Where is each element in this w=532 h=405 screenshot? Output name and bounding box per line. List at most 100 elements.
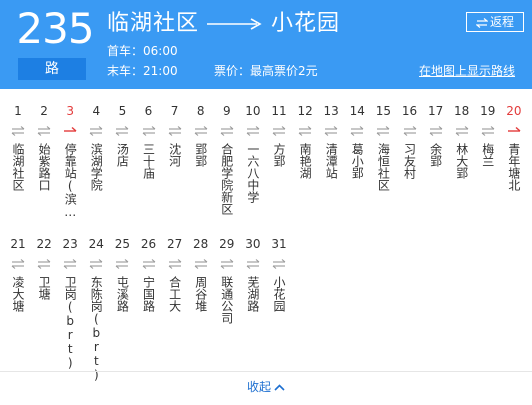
stop-number: 6: [144, 104, 153, 118]
stop-name: 凌大塘: [11, 276, 25, 312]
two-way-arrow-icon: [116, 126, 129, 136]
stop-number: 22: [36, 237, 52, 251]
stop-name: 临湖社区: [11, 143, 25, 191]
fare-info: 票价：最高票价2元: [214, 64, 318, 78]
chevron-up-icon: [274, 384, 285, 391]
stop-name: 屯溪路: [115, 276, 130, 312]
two-way-arrow-icon: [89, 126, 103, 136]
reverse-route-label: 返程: [489, 15, 514, 29]
stop-number: 21: [10, 237, 26, 251]
route-destination: 小花园: [271, 11, 341, 36]
stop-name: 联通公司: [219, 276, 234, 324]
stop-name: 三十庙: [141, 143, 156, 179]
collapse-button[interactable]: 收起: [0, 378, 532, 396]
two-way-arrow-icon: [246, 126, 260, 136]
stop-number: 14: [349, 104, 365, 118]
collapse-label: 收起: [246, 380, 271, 394]
stop-name: 停靠站(滨…: [63, 143, 78, 219]
swap-icon: [475, 17, 489, 28]
two-way-arrow-icon: [403, 126, 416, 136]
stop-number: 3: [66, 104, 74, 118]
two-way-arrow-icon: [246, 259, 260, 269]
stop-number: 18: [454, 104, 470, 118]
stop-number: 27: [166, 237, 183, 251]
stop-name: 周谷堆: [193, 276, 208, 312]
stop-name: 一六八中学: [245, 143, 260, 203]
stop-name: 卫塘: [37, 276, 52, 300]
stop-number: 16: [401, 104, 418, 118]
two-way-arrow-icon: [481, 126, 495, 136]
stop-number: 28: [193, 237, 209, 251]
arrow-right-icon: [207, 18, 262, 30]
two-way-arrow-icon: [220, 126, 234, 136]
stop-number: 8: [196, 104, 205, 118]
stop-number: 4: [92, 104, 101, 118]
first-bus-time: 首车：06:00: [107, 44, 178, 58]
stop-name: 郢郢: [193, 143, 208, 167]
stop-number: 31: [271, 237, 287, 251]
stop-name: 南艳湖: [298, 143, 313, 179]
stop-number: 26: [140, 237, 157, 251]
stop-name: 东陈岗(brt): [89, 276, 104, 382]
two-way-arrow-icon: [194, 126, 208, 136]
route-number: 235: [16, 4, 94, 53]
two-way-arrow-icon: [455, 126, 469, 136]
stop-name: 青年塘北: [506, 143, 521, 191]
stop-name: 小花园: [272, 276, 286, 312]
two-way-arrow-icon: [194, 259, 208, 269]
two-way-arrow-icon: [350, 126, 364, 136]
two-way-arrow-icon: [168, 126, 181, 136]
stop-name: 芜湖路: [245, 276, 260, 312]
two-way-arrow-icon: [63, 259, 77, 269]
two-way-arrow-icon: [377, 126, 390, 136]
stop-number: 24: [88, 237, 104, 251]
stop-number: 12: [297, 104, 313, 118]
stop-name: 海恒社区: [376, 143, 391, 191]
stop-number: 25: [114, 237, 131, 251]
stop-number: 10: [245, 104, 261, 118]
stop-number: 23: [62, 237, 78, 251]
route-title: 临湖社区 小花园: [107, 10, 340, 38]
stop-number: 20: [506, 104, 522, 118]
stop-name: 汤店: [115, 143, 130, 167]
stop-name: 卫岗(brt): [63, 276, 78, 370]
route-header: 235 路 临湖社区 小花园 首车：06:00 末车：21:00 票价：最高票价2…: [0, 0, 532, 89]
stop-name: 葛小郢: [350, 143, 365, 179]
stop-name: 习友村: [402, 143, 417, 179]
stop-number: 17: [427, 104, 444, 118]
two-way-arrow-icon: [37, 259, 51, 269]
last-bus-time: 末车：21:00: [107, 64, 178, 78]
stop-name: 梅兰: [480, 143, 495, 167]
show-on-map-link[interactable]: 在地图上显示路线: [419, 63, 515, 79]
stop-number: 5: [118, 104, 127, 118]
two-way-arrow-icon: [298, 126, 312, 136]
stop-name: 余郢: [428, 143, 443, 167]
stop-number: 29: [219, 237, 235, 251]
stop-name: 合工大: [167, 276, 182, 312]
stop-number: 15: [375, 104, 392, 118]
stop-number: 19: [480, 104, 496, 118]
stop-number: 2: [40, 104, 48, 118]
stop-name: 宁国路: [141, 276, 156, 312]
stop-name: 沈河: [167, 143, 182, 167]
stop-name: 林大郢: [454, 143, 469, 179]
two-way-arrow-icon: [220, 259, 234, 269]
stop-number: 7: [170, 104, 179, 118]
stop-name: 滨湖学院: [89, 143, 104, 191]
stop-number: 1: [14, 104, 22, 118]
two-way-arrow-icon: [142, 259, 155, 269]
two-way-arrow-icon: [37, 126, 51, 136]
stop-number: 30: [245, 237, 261, 251]
one-way-arrow-icon: [64, 126, 77, 132]
stop-name: 清潭站: [324, 143, 339, 179]
divider: [0, 371, 532, 372]
stop-name: 方郢: [272, 143, 286, 167]
stop-number: 13: [323, 104, 339, 118]
two-way-arrow-icon: [272, 259, 286, 269]
stop-number: 11: [271, 104, 287, 118]
two-way-arrow-icon: [272, 126, 286, 136]
reverse-route-button[interactable]: 返程: [466, 12, 524, 32]
two-way-arrow-icon: [142, 126, 155, 136]
stop-name: 合肥学院新区: [219, 143, 234, 215]
two-way-arrow-icon: [429, 126, 442, 136]
